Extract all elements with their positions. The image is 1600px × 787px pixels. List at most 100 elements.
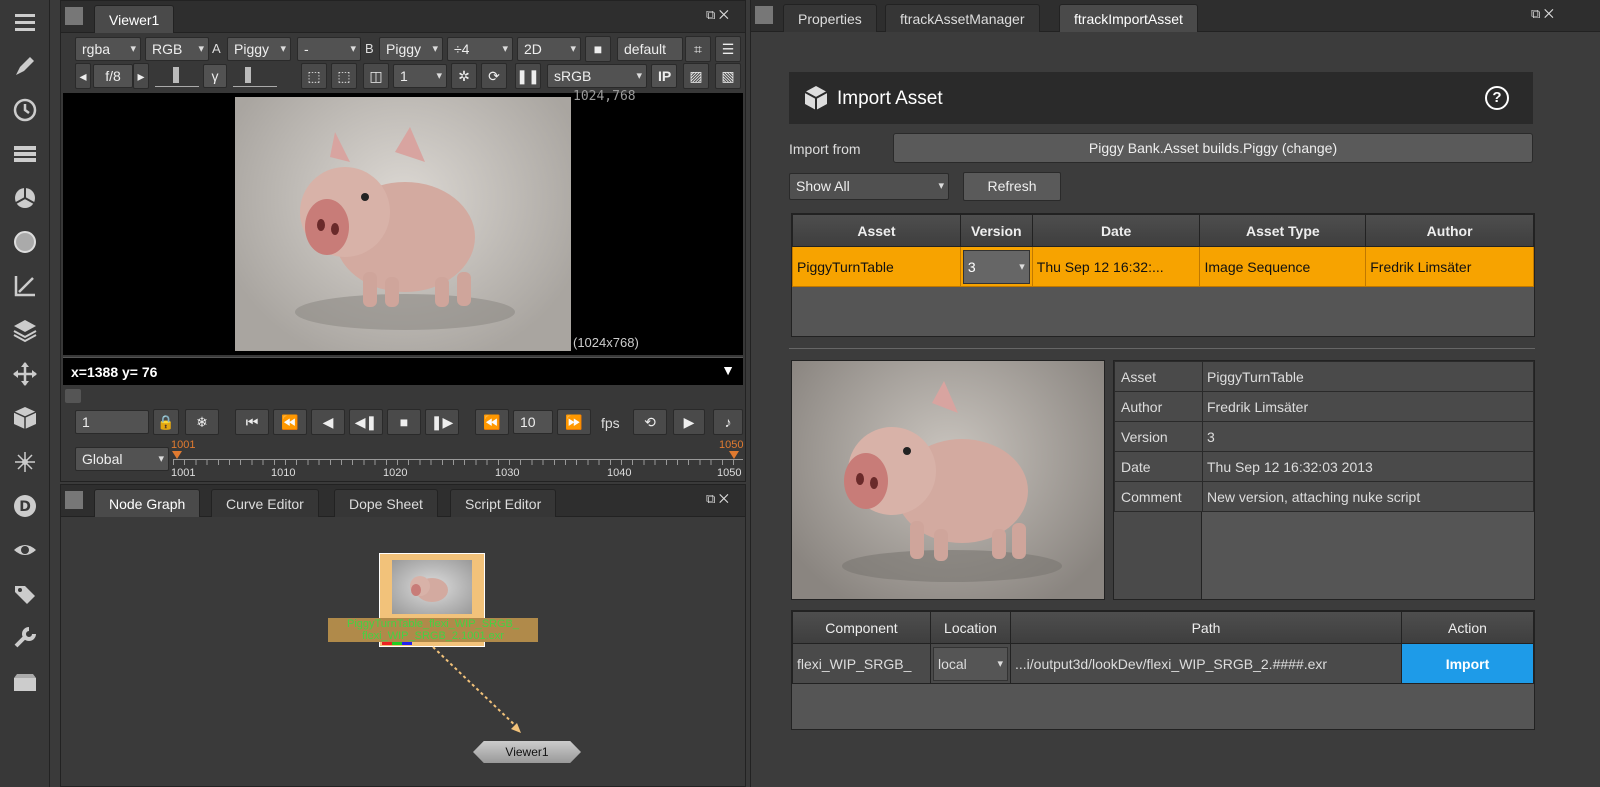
rewind-icon[interactable]: ⏪ [475, 409, 509, 435]
region-icon[interactable]: ⬚ [301, 63, 327, 89]
clipping-icon[interactable]: ◫ [363, 63, 389, 89]
channels-dropdown[interactable]: rgba [75, 37, 141, 61]
tab-dope-sheet[interactable]: Dope Sheet [334, 489, 438, 517]
eye-icon[interactable] [0, 528, 50, 572]
audio-icon[interactable]: ♪ [713, 409, 743, 435]
preset-button[interactable]: default [617, 37, 683, 61]
settings-list-icon[interactable]: ☰ [715, 36, 741, 62]
gamma-slider[interactable] [233, 65, 277, 87]
mode-dropdown[interactable]: 2D [517, 37, 581, 61]
tab-viewer1[interactable]: Viewer1 [94, 5, 175, 33]
help-icon[interactable]: ? [1485, 86, 1509, 110]
wipe-icon[interactable]: ▨ [683, 63, 709, 89]
refresh-button[interactable]: Refresh [963, 172, 1061, 201]
col-action[interactable]: Action [1401, 611, 1534, 644]
info-dropdown-icon[interactable]: ▼ [721, 362, 735, 378]
clock-icon[interactable] [0, 88, 50, 132]
input-a-dropdown[interactable]: Piggy [227, 37, 291, 61]
fast-forward-icon[interactable]: ⏩ [557, 409, 591, 435]
col-author[interactable]: Author [1365, 214, 1534, 247]
transform-axis-icon[interactable] [0, 264, 50, 308]
col-component[interactable]: Component [792, 611, 931, 644]
particles-icon[interactable] [0, 440, 50, 484]
float-close-buttons[interactable]: ⧉ ✕ [1531, 6, 1554, 22]
region-dropdown-icon[interactable]: ⬚ [331, 63, 357, 89]
cell-location[interactable]: local [930, 643, 1011, 684]
layer-dropdown[interactable]: RGB [145, 37, 209, 61]
range-dropdown[interactable]: Global [75, 447, 169, 471]
col-location[interactable]: Location [930, 611, 1011, 644]
move-icon[interactable] [0, 352, 50, 396]
channel-pie-icon[interactable] [0, 176, 50, 220]
col-version[interactable]: Version [959, 214, 1033, 247]
fstop-prev-icon[interactable]: ◂ [75, 63, 91, 89]
viewer-node[interactable]: Viewer1 [473, 741, 581, 763]
camera-icon[interactable]: ■ [585, 36, 611, 62]
col-path[interactable]: Path [1010, 611, 1402, 644]
tab-properties[interactable]: Properties [783, 4, 877, 32]
increment-field[interactable]: 10 [513, 410, 553, 434]
col-date[interactable]: Date [1031, 214, 1201, 247]
wrench-icon[interactable] [0, 616, 50, 660]
tab-ftrack-import-asset[interactable]: ftrackImportAsset [1059, 4, 1198, 32]
input-b-dropdown[interactable]: Piggy [379, 37, 443, 61]
prev-keyframe-icon[interactable]: ⏪ [273, 409, 307, 435]
pause-icon[interactable]: ❚❚ [515, 63, 541, 89]
d-icon[interactable]: D [0, 484, 50, 528]
table-row[interactable]: PiggyTurnTable 3 Thu Sep 12 16:32:... Im… [792, 246, 1534, 287]
cell-version[interactable]: 3 [959, 246, 1033, 287]
read-node[interactable]: PiggyTurnTable_flexi_WIP_SRGB_ flexi_WIP… [328, 553, 538, 647]
version-dropdown[interactable]: 3 [962, 249, 1030, 284]
panel-menu-handle[interactable] [65, 491, 83, 509]
stack-icon[interactable] [0, 308, 50, 352]
pen-icon[interactable] [0, 44, 50, 88]
stop-icon[interactable]: ■ [387, 409, 421, 435]
import-button[interactable]: Import [1401, 643, 1534, 684]
sphere-icon[interactable] [0, 220, 50, 264]
fstop-next-icon[interactable]: ▸ [133, 63, 149, 89]
import-from-button[interactable]: Piggy Bank.Asset builds.Piggy (change) [893, 133, 1533, 163]
refresh-icon[interactable]: ⟳ [481, 63, 507, 89]
proxy-dropdown[interactable]: ÷4 [447, 37, 513, 61]
filter-dropdown[interactable]: Show All [789, 173, 949, 200]
col-asset[interactable]: Asset [792, 214, 961, 247]
tab-script-editor[interactable]: Script Editor [450, 489, 557, 517]
float-close-buttons[interactable]: ⧉ ✕ [706, 491, 729, 507]
lock-icon[interactable]: 🔒 [153, 409, 179, 435]
tags-icon[interactable] [0, 572, 50, 616]
timeline[interactable]: 1001 1050 1001 1010 1020 1030 1040 1050 [171, 439, 743, 481]
count-dropdown[interactable]: 1 [393, 64, 447, 88]
step-back-icon[interactable]: ◀❚ [349, 409, 383, 435]
first-frame-icon[interactable]: ⏮ [235, 409, 269, 435]
gear-icon[interactable]: ✲ [451, 63, 477, 89]
colorspace-dropdown[interactable]: sRGB [547, 64, 647, 88]
panel-menu-handle[interactable] [755, 6, 773, 24]
tab-ftrack-asset-manager[interactable]: ftrackAssetManager [885, 4, 1040, 32]
flipbook-icon[interactable]: ▶ [673, 409, 705, 435]
float-close-buttons[interactable]: ⧉ ✕ [706, 7, 729, 23]
stripes-icon[interactable]: ▧ [715, 63, 741, 89]
cube-icon[interactable] [0, 396, 50, 440]
viewer-canvas[interactable]: 1024,768 (1024x768) [63, 89, 743, 355]
folder-icon[interactable] [0, 660, 50, 704]
panel-menu-handle[interactable] [65, 7, 83, 25]
tab-curve-editor[interactable]: Curve Editor [211, 489, 319, 517]
tab-node-graph[interactable]: Node Graph [94, 489, 201, 517]
snowflake-icon[interactable]: ❄ [185, 409, 219, 435]
location-dropdown[interactable]: local [933, 646, 1008, 681]
blend-dropdown[interactable]: - [297, 37, 361, 61]
gamma-button[interactable]: γ [203, 64, 227, 88]
menu-icon[interactable] [0, 0, 50, 44]
gain-slider[interactable] [155, 65, 199, 87]
table-row[interactable]: flexi_WIP_SRGB_ local ...i/output3d/look… [792, 643, 1534, 684]
play-backward-icon[interactable]: ◀ [311, 409, 345, 435]
collapse-handle[interactable] [65, 389, 81, 403]
frame-field[interactable]: 1 [75, 410, 149, 434]
loop-icon[interactable]: ⟲ [633, 409, 667, 435]
col-asset-type[interactable]: Asset Type [1199, 214, 1367, 247]
step-forward-icon[interactable]: ❚▶ [425, 409, 459, 435]
ip-button[interactable]: IP [651, 64, 677, 88]
roi-icon[interactable]: ⌗ [685, 36, 711, 62]
fstop-button[interactable]: f/8 [93, 64, 133, 88]
layers-stack-icon[interactable] [0, 132, 50, 176]
